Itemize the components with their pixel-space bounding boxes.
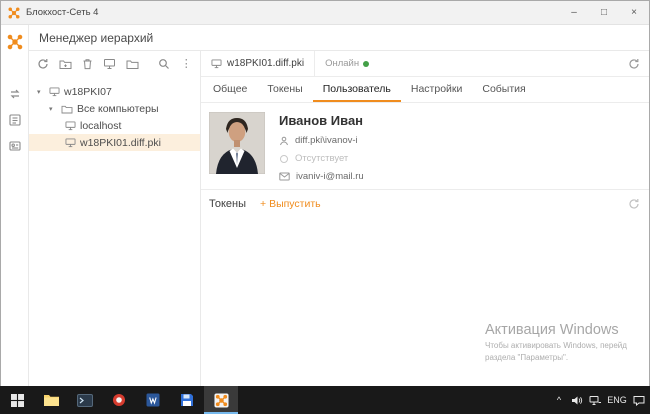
taskbar: ^ ENG [0, 386, 650, 414]
refresh-icon[interactable] [627, 56, 641, 72]
tokens-section-header: Токены + Выпустить [201, 190, 649, 217]
add-folder-icon[interactable] [58, 56, 71, 72]
search-icon[interactable] [157, 56, 170, 72]
windows-activation-watermark: Активация Windows Чтобы активировать Win… [485, 322, 645, 362]
taskbar-console-icon[interactable] [68, 386, 102, 414]
taskbar-file-explorer-icon[interactable] [34, 386, 68, 414]
user-name: Иванов Иван [279, 113, 364, 128]
detail-topbar: w18PKI01.diff.pki Онлайн [201, 51, 649, 77]
tab-events[interactable]: События [472, 77, 535, 102]
user-login-row: diff.pki\ivanov-i [279, 135, 364, 146]
issue-token-link[interactable]: + Выпустить [260, 198, 321, 210]
tree-toolbar: ⋮ [29, 51, 200, 77]
window-title: Блокхост-Сеть 4 [26, 7, 98, 18]
detail-panel: w18PKI01.diff.pki Онлайн Общее Токены По… [201, 51, 649, 386]
tree-item-label: w18PKI07 [64, 86, 112, 98]
folder-icon [61, 104, 73, 114]
titlebar: Блокхост-Сеть 4 – □ × [1, 1, 649, 25]
user-photo [209, 112, 265, 174]
start-button[interactable] [0, 386, 34, 414]
rail-sync-icon[interactable] [1, 81, 29, 107]
network-icon[interactable] [586, 386, 604, 414]
user-email: ivaniv-i@mail.ru [296, 171, 364, 182]
taskbar-blockhost-app-icon[interactable] [204, 386, 238, 414]
minimize-button[interactable]: – [559, 1, 589, 24]
watermark-line1: Чтобы активировать Windows, перейд [485, 341, 645, 350]
device-tab[interactable]: w18PKI01.diff.pki [201, 51, 315, 76]
watermark-title: Активация Windows [485, 322, 645, 338]
rail-journal-icon[interactable] [1, 107, 29, 133]
move-computer-icon[interactable] [103, 56, 116, 72]
tree-item-label: Все компьютеры [77, 103, 159, 115]
kebab-menu-icon[interactable]: ⋮ [180, 56, 193, 72]
hierarchy-tree-panel: ⋮ ▾ w18PKI07 ▾ Все компьютеры [29, 51, 201, 386]
tree-item-all-computers[interactable]: ▾ Все компьютеры [29, 100, 200, 117]
device-tab-label: w18PKI01.diff.pki [227, 58, 304, 69]
computer-icon [211, 59, 222, 69]
taskbar-browser-icon[interactable] [102, 386, 136, 414]
chevron-down-icon[interactable]: ▾ [37, 88, 45, 96]
user-email-row: ivaniv-i@mail.ru [279, 171, 364, 182]
volume-icon[interactable] [568, 386, 586, 414]
content: ⋮ ▾ w18PKI07 ▾ Все компьютеры [29, 51, 649, 386]
delete-icon[interactable] [81, 56, 94, 72]
tab-tokens[interactable]: Токены [257, 77, 312, 102]
refresh-icon[interactable] [627, 196, 641, 212]
taskbar-save-app-icon[interactable] [170, 386, 204, 414]
tab-settings[interactable]: Настройки [401, 77, 473, 102]
app-logo-icon [8, 7, 20, 19]
user-presence: Отсутствует [295, 153, 348, 164]
page-header: Менеджер иерархий [29, 25, 649, 51]
detail-tabs: Общее Токены Пользователь Настройки Собы… [201, 77, 649, 103]
screen: Блокхост-Сеть 4 – □ × Менеджер и [0, 0, 650, 414]
tokens-title: Токены [209, 198, 246, 210]
tab-general[interactable]: Общее [203, 77, 257, 102]
watermark-line2: раздела "Параметры". [485, 353, 645, 362]
status-label: Онлайн [325, 58, 359, 69]
person-icon [279, 136, 289, 146]
left-rail [1, 25, 29, 386]
user-login: diff.pki\ivanov-i [295, 135, 358, 146]
action-center-icon[interactable] [630, 386, 648, 414]
group-folder-icon[interactable] [126, 56, 139, 72]
rail-hierarchy-manager-icon[interactable] [1, 29, 29, 55]
tree-item-selected-computer[interactable]: w18PKI01.diff.pki [29, 134, 200, 151]
taskbar-document-app-icon[interactable] [136, 386, 170, 414]
page-title: Менеджер иерархий [39, 31, 153, 45]
tree-item-label: w18PKI01.diff.pki [80, 137, 161, 149]
language-indicator[interactable]: ENG [604, 386, 630, 414]
user-presence-row: Отсутствует [279, 153, 364, 164]
rail-licenses-icon[interactable] [1, 133, 29, 159]
tab-user[interactable]: Пользователь [313, 77, 401, 102]
server-icon [49, 87, 60, 97]
computer-icon [65, 121, 76, 131]
refresh-icon[interactable] [36, 56, 49, 72]
computer-icon [65, 138, 76, 148]
user-info: Иванов Иван diff.pki\ivanov-i Отсутствуе… [279, 112, 364, 182]
hierarchy-tree: ▾ w18PKI07 ▾ Все компьютеры localhost [29, 77, 200, 151]
online-dot-icon [363, 61, 369, 67]
system-tray: ^ ENG [550, 386, 650, 414]
tree-item-localhost[interactable]: localhost [29, 117, 200, 134]
window-controls: – □ × [559, 1, 649, 24]
maximize-button[interactable]: □ [589, 1, 619, 24]
presence-icon [279, 154, 289, 164]
tree-item-server[interactable]: ▾ w18PKI07 [29, 83, 200, 100]
app-window: Блокхост-Сеть 4 – □ × Менеджер и [0, 0, 650, 386]
chevron-down-icon[interactable]: ▾ [49, 105, 57, 113]
tray-expand-icon[interactable]: ^ [550, 386, 568, 414]
user-profile: Иванов Иван diff.pki\ivanov-i Отсутствуе… [201, 103, 649, 189]
close-button[interactable]: × [619, 1, 649, 24]
tree-item-label: localhost [80, 120, 121, 132]
email-icon [279, 172, 290, 181]
status-badge: Онлайн [325, 58, 369, 69]
